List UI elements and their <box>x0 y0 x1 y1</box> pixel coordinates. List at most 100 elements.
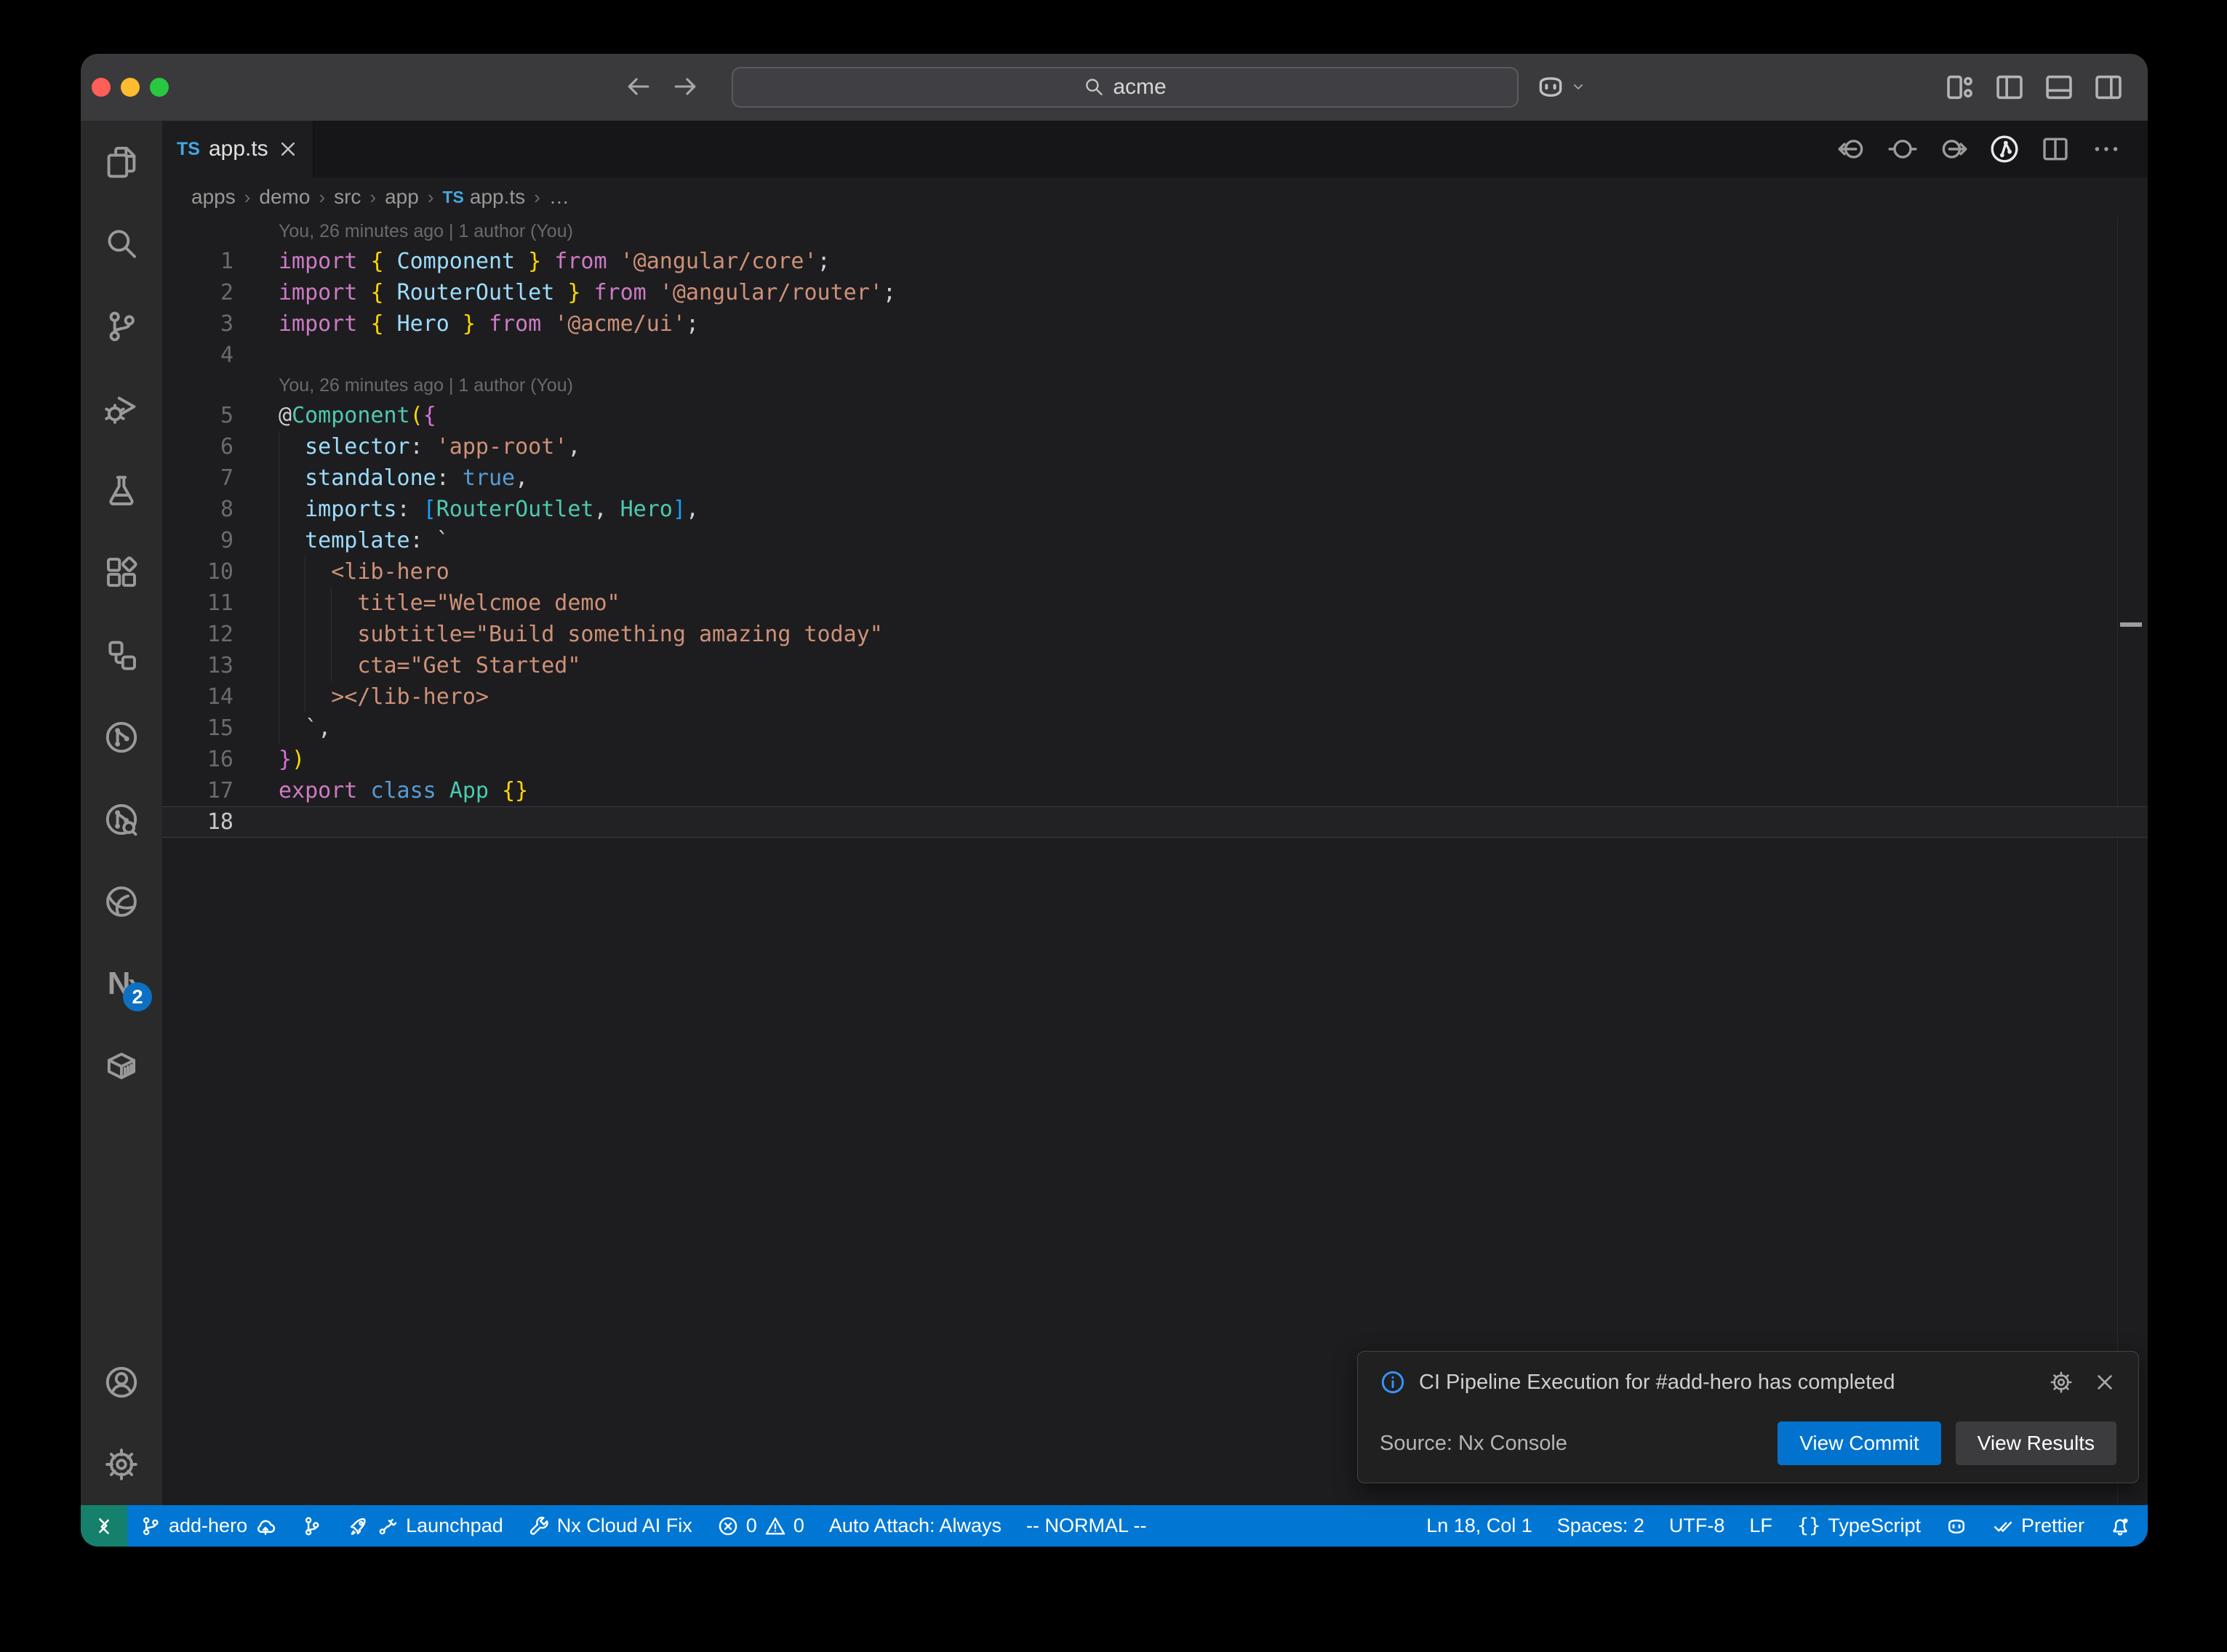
tab-app-ts[interactable]: TS app.ts <box>162 121 313 177</box>
more-icon[interactable] <box>2091 134 2122 164</box>
activity-bar-item-gitlens-search[interactable] <box>81 778 162 860</box>
activity-bar-item-settings[interactable] <box>81 1423 162 1505</box>
nav-back-icon[interactable] <box>1836 134 1867 164</box>
code-line-15[interactable]: 15 `, <box>162 713 2148 744</box>
code-line-10[interactable]: 10 <lib-hero <box>162 556 2148 588</box>
code-line-12[interactable]: 12 subtitle="Build something amazing tod… <box>162 619 2148 650</box>
activity-bar-item-edge-tools[interactable] <box>81 860 162 942</box>
statusbar-copilot[interactable] <box>1933 1505 1980 1547</box>
statusbar-problems[interactable]: 00 <box>705 1505 817 1547</box>
activity-bar-item-gitlens[interactable] <box>81 696 162 778</box>
breadcrumb-segment[interactable]: apps <box>191 185 236 209</box>
layout-sidebar-right-icon[interactable] <box>2092 71 2124 103</box>
copilot-menu[interactable] <box>1535 71 1586 102</box>
cloud-upload-icon <box>255 1515 276 1537</box>
chevron-right-icon: › <box>319 186 325 209</box>
statusbar-problems-label: 0 <box>746 1515 757 1537</box>
line-number: 2 <box>162 277 279 308</box>
layout-panel-icon[interactable] <box>2043 71 2075 103</box>
code-text: `, <box>279 713 331 744</box>
statusbar-cursor-position[interactable]: Ln 18, Col 1 <box>1414 1505 1545 1547</box>
activity-bar-item-search[interactable] <box>81 203 162 285</box>
code-line-16[interactable]: 16}) <box>162 744 2148 775</box>
code-line-5[interactable]: 5@Component({ <box>162 400 2148 431</box>
breadcrumb-segment[interactable]: demo <box>259 185 310 209</box>
statusbar-indentation[interactable]: Spaces: 2 <box>1545 1505 1657 1547</box>
command-center-search[interactable]: acme <box>732 67 1519 108</box>
close-tab-icon[interactable] <box>277 138 299 160</box>
git-blame-annotation[interactable]: You, 26 minutes ago | 1 author (You) <box>162 217 2148 246</box>
code-text: import { Hero } from '@acme/ui'; <box>279 308 699 340</box>
statusbar-formatter-label: Prettier <box>2021 1515 2084 1537</box>
code-line-6[interactable]: 6 selector: 'app-root', <box>162 431 2148 462</box>
line-number: 9 <box>162 525 279 556</box>
commit-graph-icon[interactable] <box>1989 134 2020 164</box>
files-icon <box>104 145 139 180</box>
nav-forward-icon[interactable] <box>1938 134 1969 164</box>
line-number: 17 <box>162 775 279 806</box>
statusbar-formatter[interactable]: Prettier <box>1980 1505 2097 1547</box>
breadcrumb-segment[interactable]: src <box>334 185 361 209</box>
history-forward-icon[interactable] <box>671 73 699 100</box>
breadcrumb[interactable]: apps›demo›src›app›TSapp.ts›… <box>162 177 2148 217</box>
line-number: 1 <box>162 246 279 277</box>
code-text: title="Welcmoe demo" <box>279 588 620 619</box>
statusbar-git-compare[interactable] <box>289 1505 335 1547</box>
statusbar-auto-attach[interactable]: Auto Attach: Always <box>817 1505 1014 1547</box>
activity-bar-item-nx-console[interactable]: N›2 <box>81 942 162 1025</box>
code-line-2[interactable]: 2import { RouterOutlet } from '@angular/… <box>162 277 2148 308</box>
statusbar-vim-mode[interactable]: -- NORMAL -- <box>1014 1505 1159 1547</box>
minimize-window-button[interactable] <box>121 78 140 97</box>
close-window-button[interactable] <box>92 78 111 97</box>
code-line-8[interactable]: 8 imports: [RouterOutlet, Hero], <box>162 494 2148 525</box>
view-commit-button[interactable]: View Commit <box>1778 1422 1940 1465</box>
code-line-11[interactable]: 11 title="Welcmoe demo" <box>162 588 2148 619</box>
history-back-icon[interactable] <box>625 73 652 100</box>
nav-position-icon[interactable] <box>1887 134 1918 164</box>
line-number: 15 <box>162 713 279 744</box>
statusbar-language[interactable]: {}TypeScript <box>1785 1505 1933 1547</box>
activity-bar-item-run-and-debug[interactable] <box>81 367 162 449</box>
activity-bar-item-related-views[interactable] <box>81 614 162 696</box>
code-line-18[interactable]: 18 <box>162 806 2148 838</box>
activity-bar-item-extensions[interactable] <box>81 532 162 614</box>
code-line-3[interactable]: 3import { Hero } from '@acme/ui'; <box>162 308 2148 340</box>
view-results-button[interactable]: View Results <box>1956 1422 2116 1465</box>
line-number: 18 <box>162 807 279 837</box>
statusbar-encoding[interactable]: UTF-8 <box>1657 1505 1738 1547</box>
breadcrumb-file[interactable]: app.ts <box>470 185 525 209</box>
activity-bar-item-testing[interactable] <box>81 449 162 532</box>
activity-bar-item-source-control[interactable] <box>81 285 162 367</box>
split-editor-icon[interactable] <box>2040 134 2071 164</box>
compare-icon <box>301 1515 323 1537</box>
activity-bar-item-explorer[interactable] <box>81 121 162 203</box>
breadcrumb-segment[interactable]: app <box>385 185 419 209</box>
statusbar-eol[interactable]: LF <box>1737 1505 1785 1547</box>
code-text: subtitle="Build something amazing today" <box>279 619 883 650</box>
indent-guide <box>331 588 332 619</box>
notification-close-icon[interactable] <box>2093 1371 2116 1394</box>
activity-bar-item-accounts[interactable] <box>81 1341 162 1423</box>
breadcrumb-symbol[interactable]: … <box>549 185 569 209</box>
code-line-13[interactable]: 13 cta="Get Started" <box>162 650 2148 681</box>
code-line-7[interactable]: 7 standalone: true, <box>162 462 2148 494</box>
statusbar-launchpad[interactable]: Launchpad <box>335 1505 516 1547</box>
line-number: 10 <box>162 556 279 588</box>
layout-sidebar-left-icon[interactable] <box>1994 71 2026 103</box>
layout-customize-icon[interactable] <box>1944 71 1976 103</box>
notification-settings-icon[interactable] <box>2050 1371 2073 1394</box>
remote-indicator[interactable] <box>81 1505 127 1547</box>
code-line-17[interactable]: 17export class App {} <box>162 775 2148 806</box>
code-editor[interactable]: You, 26 minutes ago | 1 author (You)1imp… <box>162 217 2148 1505</box>
code-line-9[interactable]: 9 template: ` <box>162 525 2148 556</box>
code-line-1[interactable]: 1import { Component } from '@angular/cor… <box>162 246 2148 277</box>
git-blame-annotation[interactable]: You, 26 minutes ago | 1 author (You) <box>162 371 2148 400</box>
code-line-4[interactable]: 4 <box>162 340 2148 371</box>
branch-icon <box>140 1515 161 1537</box>
statusbar-notifications[interactable] <box>2097 1505 2143 1547</box>
statusbar-nx-cloud-ai-fix[interactable]: Nx Cloud AI Fix <box>516 1505 705 1547</box>
zoom-window-button[interactable] <box>150 78 169 97</box>
code-line-14[interactable]: 14 ></lib-hero> <box>162 681 2148 713</box>
activity-bar-item-containers[interactable] <box>81 1025 162 1107</box>
statusbar-git-branch[interactable]: add-hero <box>127 1505 289 1547</box>
